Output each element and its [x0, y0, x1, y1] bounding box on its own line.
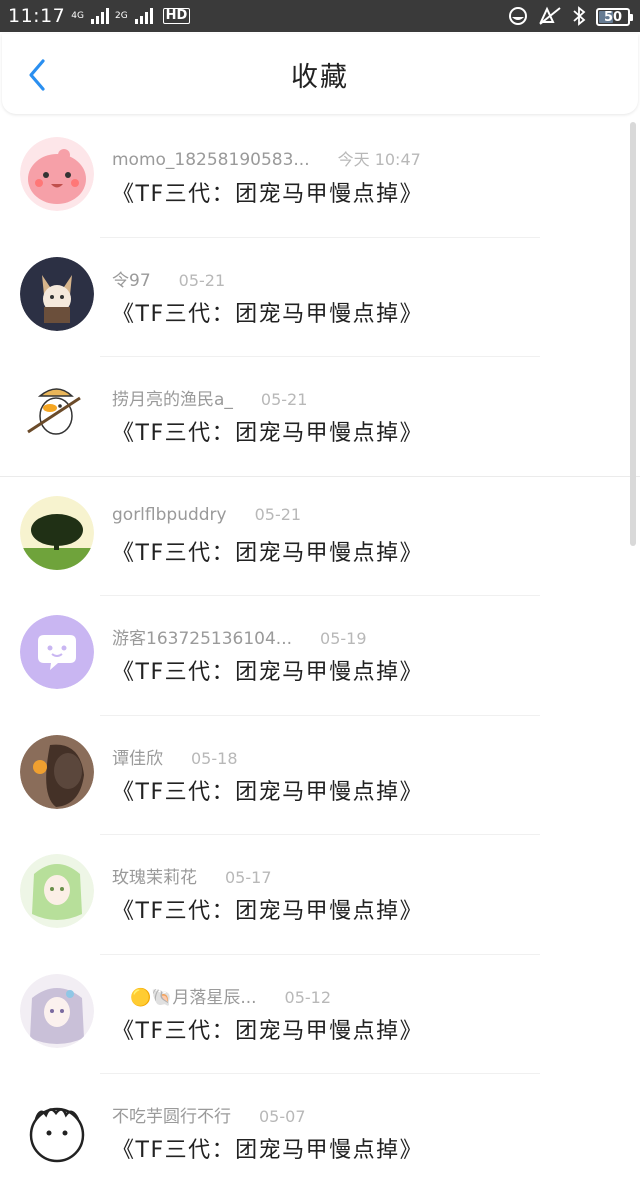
- username[interactable]: 不吃芋圆行不行: [112, 1102, 231, 1127]
- page-header: 收藏: [2, 34, 638, 114]
- username[interactable]: 游客163725136104...: [112, 624, 292, 649]
- hd-badge: HD: [162, 8, 191, 24]
- book-title[interactable]: 《TF三代：团宠马甲慢点掉》: [112, 1013, 423, 1045]
- timestamp: 05-21: [254, 504, 302, 524]
- signal-icon: [90, 8, 109, 24]
- bluetooth-icon: [573, 6, 586, 26]
- list-item[interactable]: 游客163725136104... 05-19 《TF三代：团宠马甲慢点掉》: [0, 596, 640, 716]
- network-4g-label: 4G: [71, 10, 84, 21]
- book-title[interactable]: 《TF三代：团宠马甲慢点掉》: [112, 176, 423, 208]
- avatar[interactable]: [20, 1093, 94, 1167]
- list-item[interactable]: 令97 05-21 《TF三代：团宠马甲慢点掉》: [0, 238, 640, 357]
- timestamp: 05-17: [225, 868, 272, 887]
- list-item[interactable]: momo_18258190583... 今天 10:47 《TF三代：团宠马甲慢点…: [0, 118, 640, 238]
- book-title[interactable]: 《TF三代：团宠马甲慢点掉》: [112, 893, 423, 925]
- timestamp: 05-12: [284, 987, 332, 1007]
- book-title[interactable]: 《TF三代：团宠马甲慢点掉》: [112, 415, 423, 447]
- timestamp: 05-21: [178, 270, 226, 290]
- status-bar: 11:17 4G 2G HD 50: [0, 0, 640, 32]
- username[interactable]: 玫瑰茉莉花: [112, 863, 197, 888]
- battery-icon: 50: [596, 6, 633, 27]
- avatar[interactable]: [20, 376, 94, 450]
- mute-icon: [539, 6, 561, 25]
- username[interactable]: 谭佳欣: [112, 744, 163, 769]
- network-2g-label: 2G: [114, 10, 128, 21]
- list-item[interactable]: 谭佳欣 05-18 《TF三代：团宠马甲慢点掉》: [0, 716, 640, 835]
- username[interactable]: 捞月亮的渔民a_: [112, 385, 233, 410]
- list-item[interactable]: 不吃芋圆行不行 05-07 《TF三代：团宠马甲慢点掉》: [0, 1074, 640, 1194]
- scrollbar[interactable]: [630, 122, 636, 546]
- avatar[interactable]: [20, 973, 94, 1048]
- book-title[interactable]: 《TF三代：团宠马甲慢点掉》: [112, 654, 423, 686]
- timestamp: 05-19: [320, 629, 367, 648]
- avatar[interactable]: [20, 854, 94, 928]
- book-title[interactable]: 《TF三代：团宠马甲慢点掉》: [112, 535, 423, 567]
- signal-icon-2: [134, 8, 153, 24]
- username[interactable]: gorlflbpuddry: [112, 505, 227, 525]
- list-item[interactable]: gorlflbpuddry 05-21 《TF三代：团宠马甲慢点掉》: [0, 477, 640, 596]
- timestamp: 05-07: [259, 1107, 306, 1126]
- battery-level: 50: [603, 9, 623, 25]
- chevron-left-icon: [29, 59, 45, 91]
- avatar[interactable]: [20, 734, 94, 809]
- avatar[interactable]: [20, 495, 94, 570]
- status-time: 11:17: [8, 5, 66, 27]
- list-item[interactable]: 🟡🐚月落星辰... 05-12 《TF三代：团宠马甲慢点掉》: [0, 955, 640, 1074]
- book-title[interactable]: 《TF三代：团宠马甲慢点掉》: [112, 1132, 423, 1164]
- username[interactable]: 🟡🐚月落星辰...: [112, 983, 257, 1008]
- book-title[interactable]: 《TF三代：团宠马甲慢点掉》: [112, 774, 423, 806]
- username[interactable]: 令97: [112, 266, 151, 291]
- username[interactable]: momo_18258190583...: [112, 150, 310, 170]
- timestamp: 05-18: [191, 748, 238, 768]
- page-title: 收藏: [291, 61, 349, 93]
- app-notification-icon: [509, 7, 527, 25]
- book-title[interactable]: 《TF三代：团宠马甲慢点掉》: [112, 296, 423, 328]
- avatar[interactable]: [20, 615, 94, 689]
- back-button[interactable]: [20, 58, 54, 92]
- favorites-list: momo_18258190583... 今天 10:47 《TF三代：团宠马甲慢点…: [0, 118, 640, 1194]
- list-item[interactable]: 玫瑰茉莉花 05-17 《TF三代：团宠马甲慢点掉》: [0, 835, 640, 955]
- avatar[interactable]: [20, 256, 94, 331]
- timestamp: 今天 10:47: [337, 150, 421, 169]
- timestamp: 05-21: [260, 390, 308, 409]
- list-item[interactable]: 捞月亮的渔民a_ 05-21 《TF三代：团宠马甲慢点掉》: [0, 357, 640, 477]
- avatar[interactable]: [20, 137, 94, 211]
